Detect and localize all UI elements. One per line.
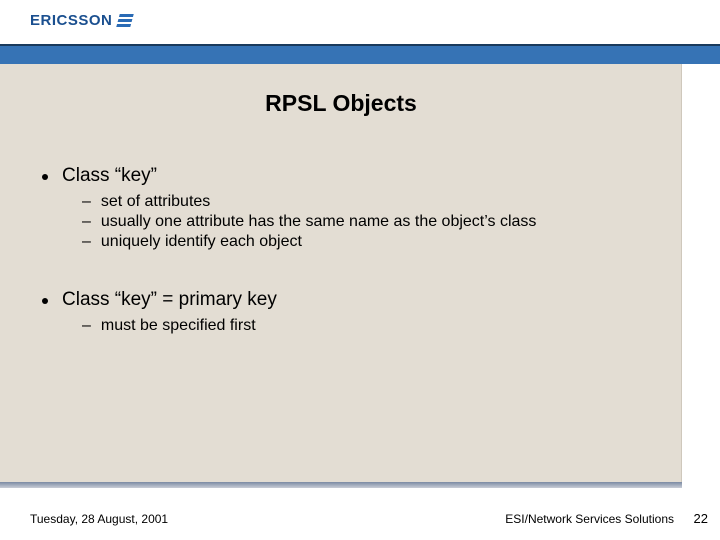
header-bar (0, 44, 720, 64)
bullet-level1: Class “key” = primary key (42, 289, 662, 311)
content-bottom-border (0, 482, 682, 488)
bullet-level2: – uniquely identify each object (82, 233, 662, 251)
brand-logo: ERICSSON (30, 12, 132, 29)
bullet-level2: – usually one attribute has the same nam… (82, 213, 662, 231)
bullet-dot-icon (42, 298, 48, 304)
footer-page-number: 22 (694, 511, 708, 526)
bullet-level1: Class “key” (42, 165, 662, 187)
footer-org: ESI/Network Services Solutions (505, 512, 674, 526)
bullet-text: must be specified first (101, 317, 256, 335)
bullet-text: usually one attribute has the same name … (101, 213, 537, 231)
bullet-level2: – must be specified first (82, 317, 662, 335)
bullet-dot-icon (42, 174, 48, 180)
bullet-dash-icon: – (82, 233, 91, 251)
bullet-dash-icon: – (82, 193, 91, 211)
footer-date: Tuesday, 28 August, 2001 (30, 512, 168, 526)
slide-title: RPSL Objects (0, 90, 682, 117)
brand-wordmark: ERICSSON (30, 12, 112, 29)
bullet-text: uniquely identify each object (101, 233, 302, 251)
bullet-dash-icon: – (82, 213, 91, 231)
bullet-list: Class “key” – set of attributes – usuall… (42, 165, 662, 337)
bullet-level2: – set of attributes (82, 193, 662, 211)
bullet-text: Class “key” = primary key (62, 289, 277, 311)
brand-stripes-icon (117, 14, 134, 27)
bullet-text: Class “key” (62, 165, 157, 187)
bullet-text: set of attributes (101, 193, 210, 211)
bullet-dash-icon: – (82, 317, 91, 335)
